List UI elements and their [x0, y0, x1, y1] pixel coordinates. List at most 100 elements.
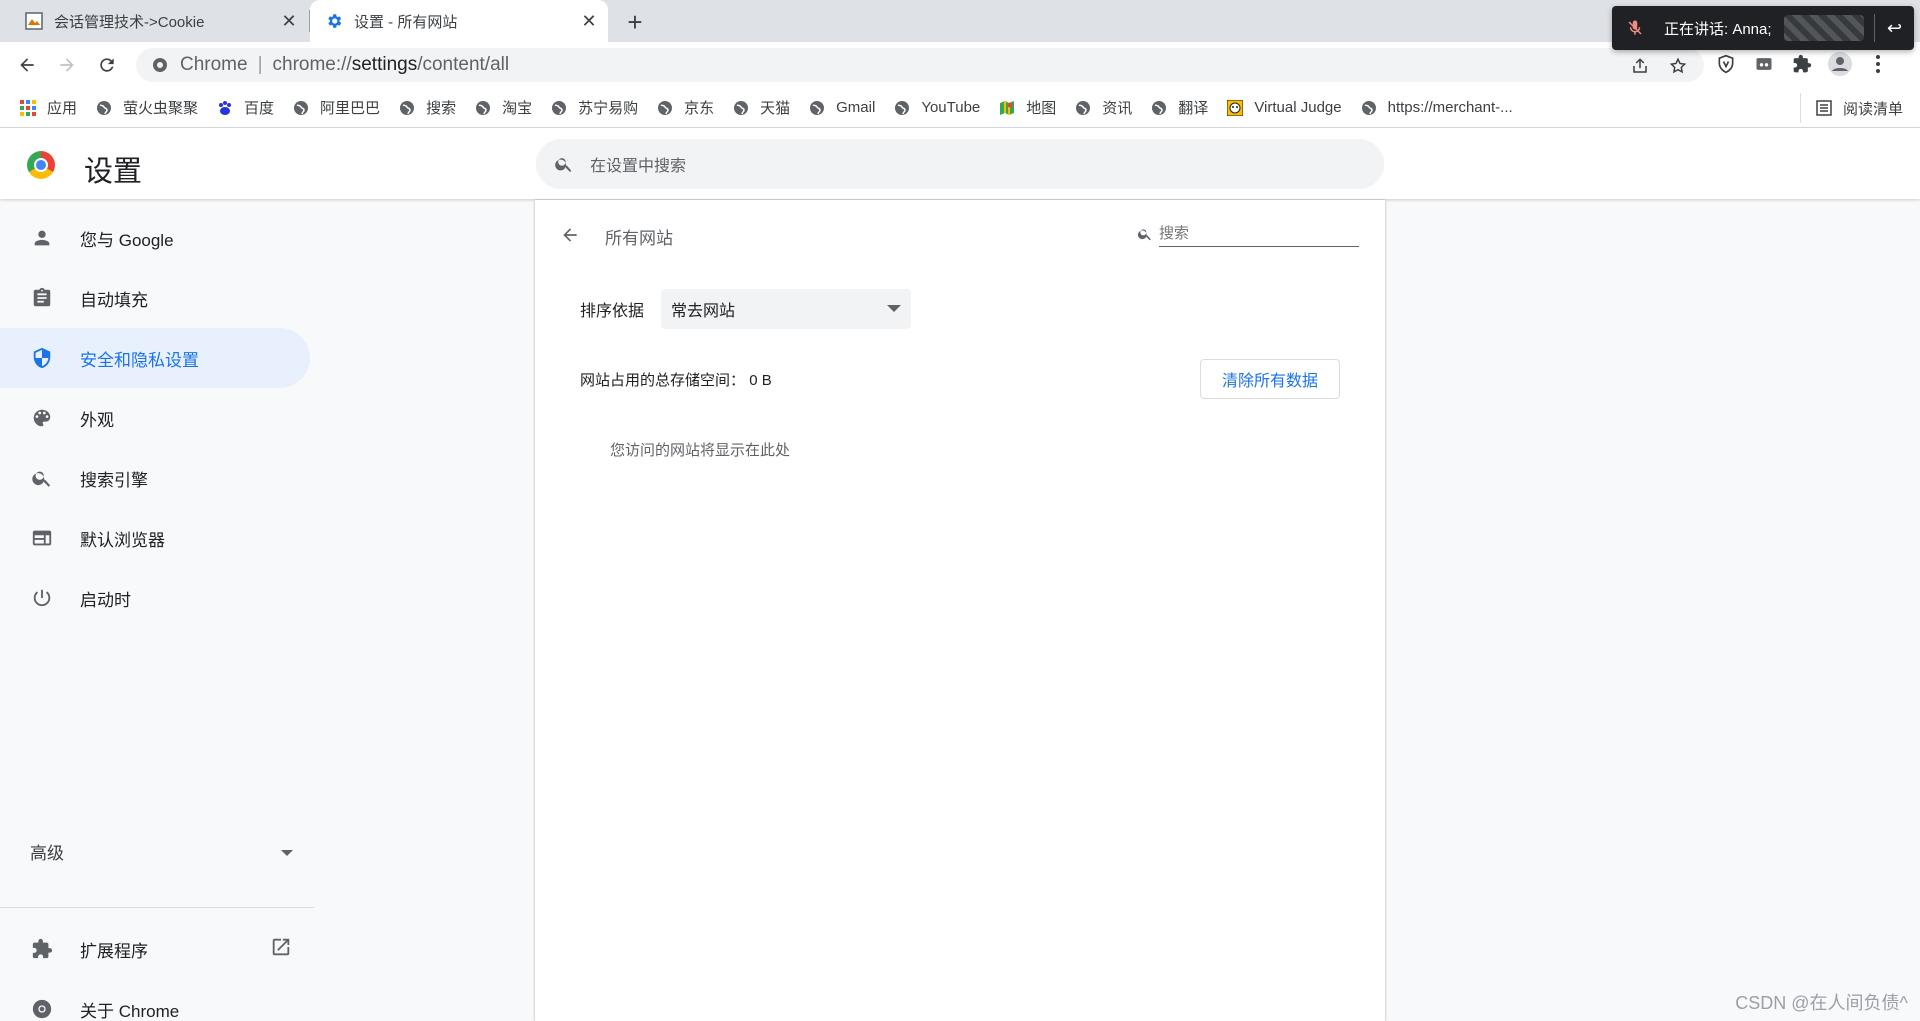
reading-list-button[interactable]: 阅读清单: [1799, 93, 1912, 123]
sort-selected-value: 常去网站: [671, 303, 736, 320]
new-tab-button[interactable]: +: [620, 7, 650, 37]
bookmark-item[interactable]: 阿里巴巴: [283, 93, 389, 123]
profile-avatar-icon[interactable]: [1826, 50, 1854, 78]
kebab-menu-icon[interactable]: [1864, 50, 1892, 78]
settings-header: 设置 在设置中搜索: [0, 128, 1920, 199]
back-arrow-icon[interactable]: [557, 222, 583, 248]
bookmark-item[interactable]: 资讯: [1065, 93, 1141, 123]
bookmark-item[interactable]: 京东: [647, 93, 723, 123]
all-sites-card: 所有网站 排序依据 常去网站 网站占用的总存储空间： 0 B 清除所有数据 您访…: [535, 200, 1385, 1021]
bookmark-item[interactable]: 萤火虫聚聚: [86, 93, 207, 123]
sidebar-item-label: 自动填充: [80, 290, 148, 310]
site-search: [1135, 218, 1360, 250]
sidebar-item-privacy-security[interactable]: 安全和隐私设置: [0, 328, 310, 388]
tab-manager-icon[interactable]: [1750, 50, 1778, 78]
bookmark-item[interactable]: 苏宁易购: [541, 93, 647, 123]
sidebar-advanced-toggle[interactable]: 高级: [30, 839, 294, 864]
sidebar-item-search-engine[interactable]: 搜索引擎: [0, 448, 310, 508]
bookmark-label: 百度: [244, 100, 275, 117]
bookmark-item[interactable]: 地图: [989, 93, 1065, 123]
sidebar-item-about-chrome[interactable]: 关于 Chrome: [0, 979, 310, 1021]
bookmark-item[interactable]: Gmail: [799, 93, 884, 123]
puzzle-extensions-icon[interactable]: [1788, 50, 1816, 78]
bookmark-item[interactable]: YouTube: [884, 93, 989, 123]
sidebar-item-appearance[interactable]: 外观: [0, 388, 310, 448]
chrome-outline-icon: [30, 997, 54, 1021]
sidebar-item-extensions[interactable]: 扩展程序: [0, 919, 310, 979]
sidebar-divider: [0, 907, 314, 908]
bookmark-item[interactable]: https://merchant-...: [1351, 93, 1522, 123]
bookmark-apps[interactable]: 应用: [10, 93, 86, 123]
chevron-down-icon: [280, 842, 294, 862]
chrome-site-icon[interactable]: [150, 55, 170, 75]
palette-icon: [30, 406, 54, 430]
sidebar-item-label: 外观: [80, 410, 114, 430]
person-icon: [30, 226, 54, 250]
bookmark-item[interactable]: 搜索: [389, 93, 465, 123]
sidebar-item-label: 您与 Google: [80, 230, 174, 250]
bookmark-star-icon[interactable]: [1664, 52, 1692, 80]
globe-icon: [1074, 99, 1092, 117]
bookmark-label: 搜索: [426, 100, 457, 117]
settings-search-placeholder: 在设置中搜索: [590, 158, 687, 175]
bookmark-label: 苏宁易购: [578, 100, 639, 117]
globe-icon: [398, 99, 416, 117]
globe-icon: [1360, 99, 1378, 117]
tab-close-icon[interactable]: ✕: [276, 8, 302, 34]
bookmark-label: 资讯: [1102, 100, 1133, 117]
reload-icon[interactable]: [92, 50, 122, 80]
dropdown-caret-icon: [887, 305, 901, 312]
bookmark-item[interactable]: Virtual Judge: [1217, 93, 1350, 123]
url-host: settings: [351, 54, 418, 75]
sidebar-item-you-and-google[interactable]: 您与 Google: [0, 208, 310, 268]
bookmark-item[interactable]: 百度: [207, 93, 283, 123]
tab-title: 会话管理技术->Cookie: [54, 13, 205, 31]
address-bar[interactable]: Chrome | chrome://settings/content/all: [136, 48, 1704, 82]
share-icon[interactable]: [1626, 52, 1654, 80]
back-arrow-icon[interactable]: [12, 50, 42, 80]
tab-settings[interactable]: 设置 - 所有网站 ✕: [310, 0, 608, 42]
mic-muted-icon[interactable]: [1612, 19, 1658, 37]
call-speaker-text: 正在讲话: Anna;: [1664, 20, 1772, 38]
search-icon: [552, 154, 576, 174]
globe-icon: [893, 99, 911, 117]
return-to-call-icon[interactable]: ↩: [1874, 14, 1914, 42]
bookmark-item[interactable]: 翻译: [1141, 93, 1217, 123]
sidebar-item-autofill[interactable]: 自动填充: [0, 268, 310, 328]
apps-grid-icon: [19, 99, 37, 117]
redacted-area: [1784, 15, 1864, 41]
sidebar-item-on-startup[interactable]: 启动时: [0, 568, 310, 628]
bookmark-label: 地图: [1026, 100, 1057, 117]
globe-icon: [95, 99, 113, 117]
bookmark-label: https://merchant-...: [1387, 99, 1513, 116]
clear-all-data-button[interactable]: 清除所有数据: [1200, 359, 1340, 399]
baidu-paw-icon: [216, 99, 234, 117]
maps-icon: [998, 99, 1016, 117]
sort-dropdown[interactable]: 常去网站: [661, 289, 911, 329]
article-favicon: [24, 11, 44, 31]
bookmark-label: Gmail: [836, 99, 876, 116]
shield-extension-icon[interactable]: [1712, 50, 1740, 78]
bookmark-label: Virtual Judge: [1254, 99, 1342, 116]
bookmark-item[interactable]: 天猫: [723, 93, 799, 123]
tab-close-icon[interactable]: ✕: [576, 8, 602, 34]
bookmark-label: YouTube: [921, 99, 981, 116]
bookmark-label: 翻译: [1178, 100, 1209, 117]
sidebar-item-label: 默认浏览器: [80, 530, 165, 550]
url-scheme: chrome://: [272, 54, 352, 75]
settings-sidebar: 您与 Google 自动填充 安全和隐私设置 外观 搜索引擎 默认浏览器 启动时…: [0, 199, 320, 1021]
sort-label: 排序依据: [580, 303, 645, 320]
watermark: CSDN @在人间负债^: [1735, 993, 1908, 1013]
globe-icon: [656, 99, 674, 117]
call-banner[interactable]: 正在讲话: Anna; ↩: [1612, 6, 1914, 50]
sidebar-item-default-browser[interactable]: 默认浏览器: [0, 508, 310, 568]
globe-icon: [474, 99, 492, 117]
tab-cookie-article[interactable]: 会话管理技术->Cookie ✕: [10, 0, 308, 42]
bookmark-item[interactable]: 淘宝: [465, 93, 541, 123]
storage-label: 网站占用的总存储空间：: [580, 372, 746, 389]
vjudge-icon: [1226, 99, 1244, 117]
forward-arrow-icon[interactable]: [52, 50, 82, 80]
site-search-input[interactable]: [1159, 221, 1359, 247]
settings-search-input[interactable]: 在设置中搜索: [536, 139, 1384, 189]
extension-area: [1712, 50, 1892, 78]
